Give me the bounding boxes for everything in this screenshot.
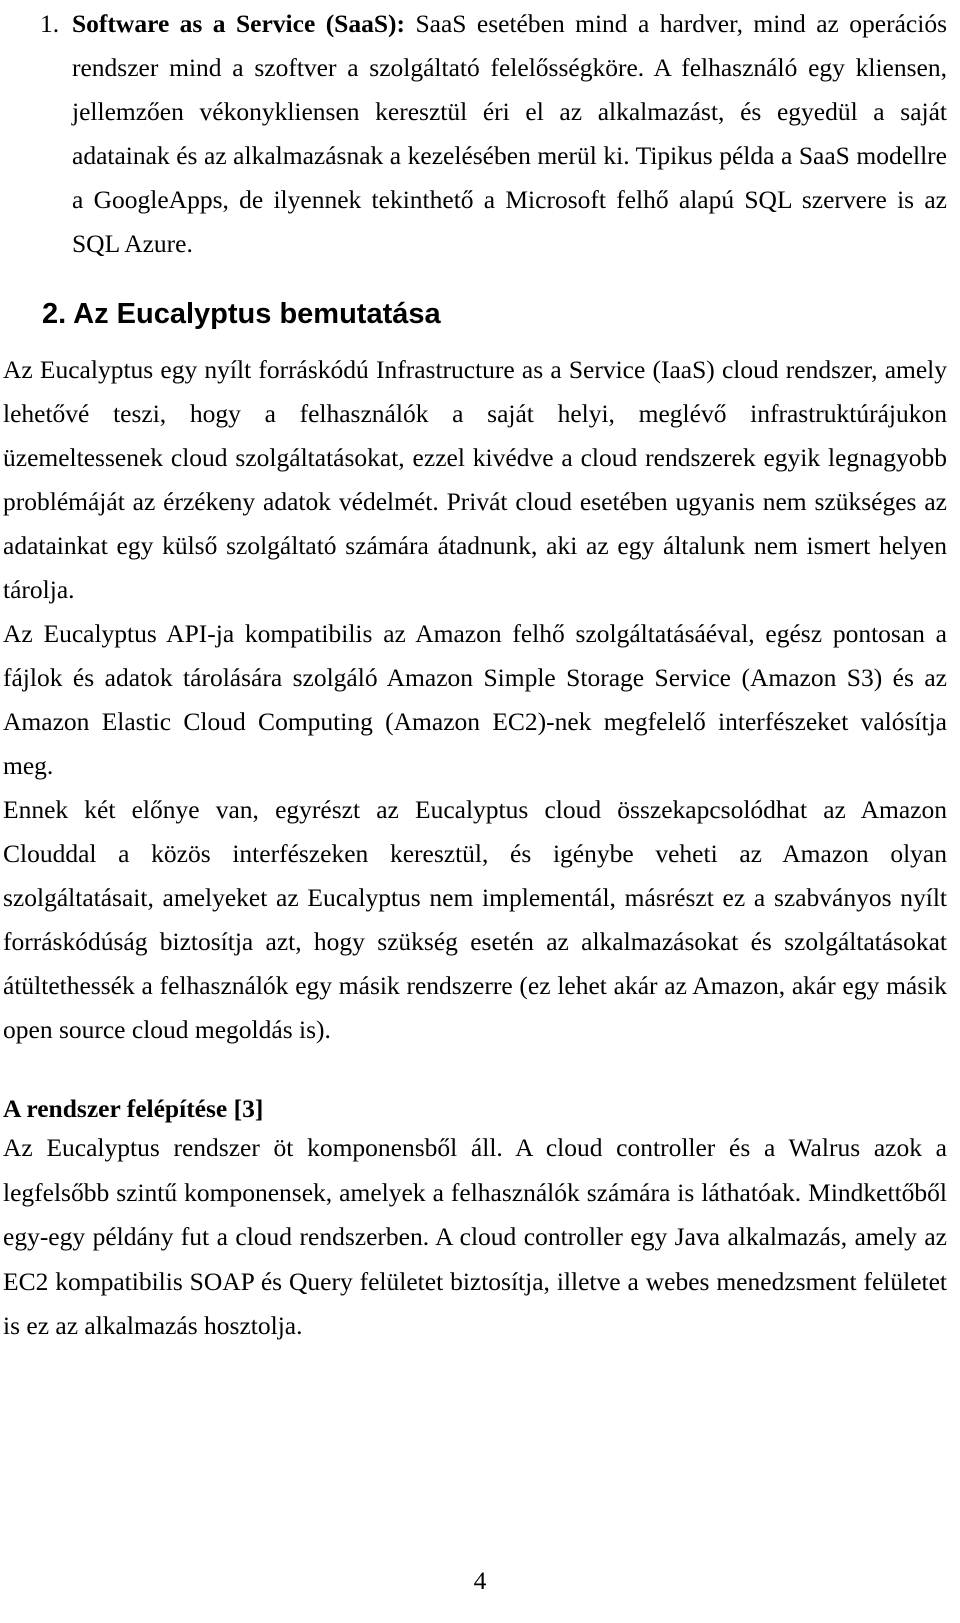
section-paragraph-2: Az Eucalyptus API-ja kompatibilis az Ama… xyxy=(3,619,947,780)
page-content: 1. Software as a Service (SaaS): SaaS ese… xyxy=(3,0,947,1349)
list-item-lead-label: Software as a Service (SaaS): xyxy=(72,9,406,38)
section-paragraph-1: Az Eucalyptus egy nyílt forráskódú Infra… xyxy=(3,355,947,604)
page-number: 4 xyxy=(473,1566,487,1595)
subsection-paragraph: Az Eucalyptus rendszer öt komponensből á… xyxy=(3,1133,947,1340)
document-page: 1. Software as a Service (SaaS): SaaS ese… xyxy=(0,0,960,1623)
list-item-marker: 1. xyxy=(40,9,60,38)
section-heading: 2. Az Eucalyptus bemutatása xyxy=(42,298,441,330)
section-paragraph-3: Ennek két előnye van, egyrészt az Eucaly… xyxy=(3,795,947,1044)
subsection-heading: A rendszer felépítése [3] xyxy=(3,1094,264,1123)
list-item-body: SaaS esetében mind a hardver, mind az op… xyxy=(72,9,947,258)
list-item: 1. Software as a Service (SaaS): SaaS ese… xyxy=(3,0,947,266)
